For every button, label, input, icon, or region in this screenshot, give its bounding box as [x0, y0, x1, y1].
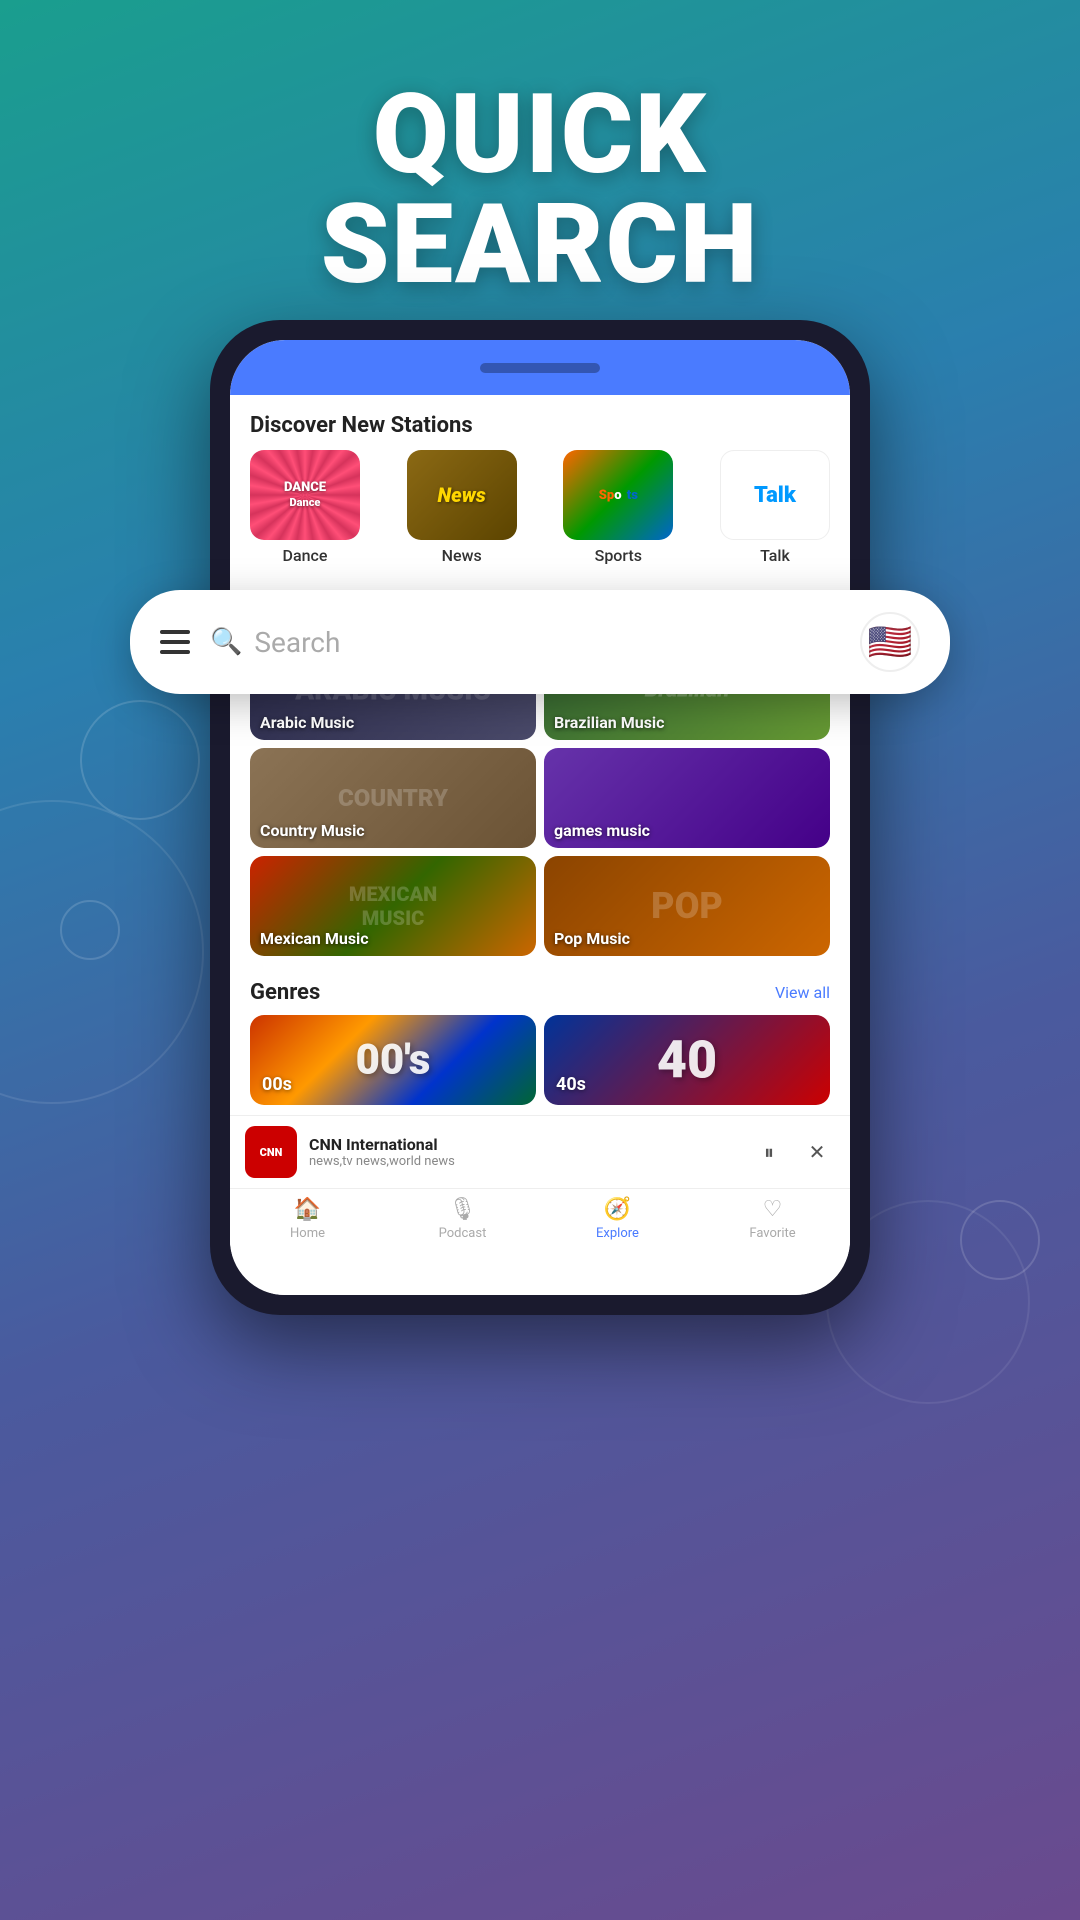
explore-icon: 🧭 [604, 1197, 631, 1222]
discover-section-title: Discover New Stations [230, 395, 850, 450]
mexican-bg-text: MEXICANMUSIC [349, 882, 437, 930]
sports-thumb: Sports [563, 450, 673, 540]
nav-item-podcast[interactable]: 🎙 Podcast [385, 1197, 540, 1241]
search-icon: 🔍 [210, 627, 242, 657]
now-playing-title: CNN International [309, 1135, 739, 1154]
discover-item-news[interactable]: News News [407, 450, 517, 565]
podcast-label: Podcast [439, 1226, 487, 1241]
discover-item-sports[interactable]: Sports Sports [563, 450, 673, 565]
home-label: Home [290, 1226, 325, 1241]
country-label: Country Music [260, 821, 365, 840]
favorite-label: Favorite [749, 1226, 795, 1241]
phone-notch [230, 340, 850, 395]
pop-bg-text: POP [651, 885, 723, 927]
music-card-pop[interactable]: POP Pop Music [544, 856, 830, 956]
games-label: games music [554, 821, 650, 840]
search-placeholder: Search [254, 626, 340, 659]
bottom-nav: 🏠 Home 🎙 Podcast 🧭 Explore ♡ Favorite [230, 1188, 850, 1245]
pop-label: Pop Music [554, 929, 630, 948]
talk-thumb: Talk [720, 450, 830, 540]
genre-40s-label: 40s [556, 1074, 586, 1095]
explore-label: Explore [596, 1226, 639, 1241]
brazilian-label: Brazilian Music [554, 713, 664, 732]
arabic-label: Arabic Music [260, 713, 354, 732]
close-button[interactable]: ✕ [799, 1134, 835, 1170]
search-input-area[interactable]: 🔍 Search [210, 626, 840, 659]
genres-section-title: Genres [250, 980, 320, 1005]
dance-thumb-text: DANCEDance [284, 480, 326, 510]
dance-label: Dance [283, 546, 328, 565]
talk-thumb-text: Talk [754, 483, 796, 508]
menu-icon[interactable] [160, 630, 190, 654]
podcast-icon: 🎙 [449, 1197, 477, 1222]
search-bar[interactable]: 🔍 Search 🇺🇸 [130, 590, 950, 694]
now-playing-controls: ⏸ ✕ [751, 1134, 835, 1170]
sports-label: Sports [595, 546, 642, 565]
news-thumb-text: News [438, 483, 486, 507]
cnn-logo: CNN [245, 1126, 297, 1178]
music-card-mexican[interactable]: MEXICANMUSIC Mexican Music [250, 856, 536, 956]
news-label: News [442, 546, 482, 565]
genre-card-00s[interactable]: 00's 00s [250, 1015, 536, 1105]
phone-content: Discover New Stations DANCEDance Dance [230, 395, 850, 1295]
genre-00s-label: 00s [262, 1074, 292, 1095]
now-playing-subtitle: news,tv news,world news [309, 1154, 739, 1169]
dance-thumb: DANCEDance [250, 450, 360, 540]
view-all-link[interactable]: View all [775, 983, 830, 1002]
country-flag[interactable]: 🇺🇸 [860, 612, 920, 672]
talk-label: Talk [760, 546, 790, 565]
mexican-label: Mexican Music [260, 929, 369, 948]
music-card-games[interactable]: games music [544, 748, 830, 848]
nav-item-favorite[interactable]: ♡ Favorite [695, 1197, 850, 1241]
sports-thumb-text: Sports [599, 488, 638, 503]
genre-card-40s[interactable]: 40 40s [544, 1015, 830, 1105]
music-card-country[interactable]: COUNTRY Country Music [250, 748, 536, 848]
phone-mockup: Discover New Stations DANCEDance Dance [210, 320, 870, 1315]
now-playing-info: CNN International news,tv news,world new… [309, 1135, 739, 1169]
home-icon: 🏠 [294, 1197, 321, 1222]
favorite-icon: ♡ [763, 1197, 783, 1222]
phone-speaker [480, 363, 600, 373]
now-playing-bar: CNN CNN International news,tv news,world… [230, 1115, 850, 1188]
genres-section-header: Genres View all [230, 966, 850, 1015]
news-thumb: News [407, 450, 517, 540]
pause-button[interactable]: ⏸ [751, 1134, 787, 1170]
header-title: QUICK SEARCH [40, 80, 1040, 300]
country-bg-text: COUNTRY [338, 784, 448, 812]
genres-grid: 00's 00s 40 40s [230, 1015, 850, 1115]
discover-item-talk[interactable]: Talk Talk [720, 450, 830, 565]
genre-40s-text: 40 [657, 1030, 717, 1091]
genre-00s-text: 00's [356, 1036, 431, 1085]
nav-item-explore[interactable]: 🧭 Explore [540, 1197, 695, 1241]
discover-item-dance[interactable]: DANCEDance Dance [250, 450, 360, 565]
nav-item-home[interactable]: 🏠 Home [230, 1197, 385, 1241]
discover-grid: DANCEDance Dance News News [230, 450, 850, 585]
